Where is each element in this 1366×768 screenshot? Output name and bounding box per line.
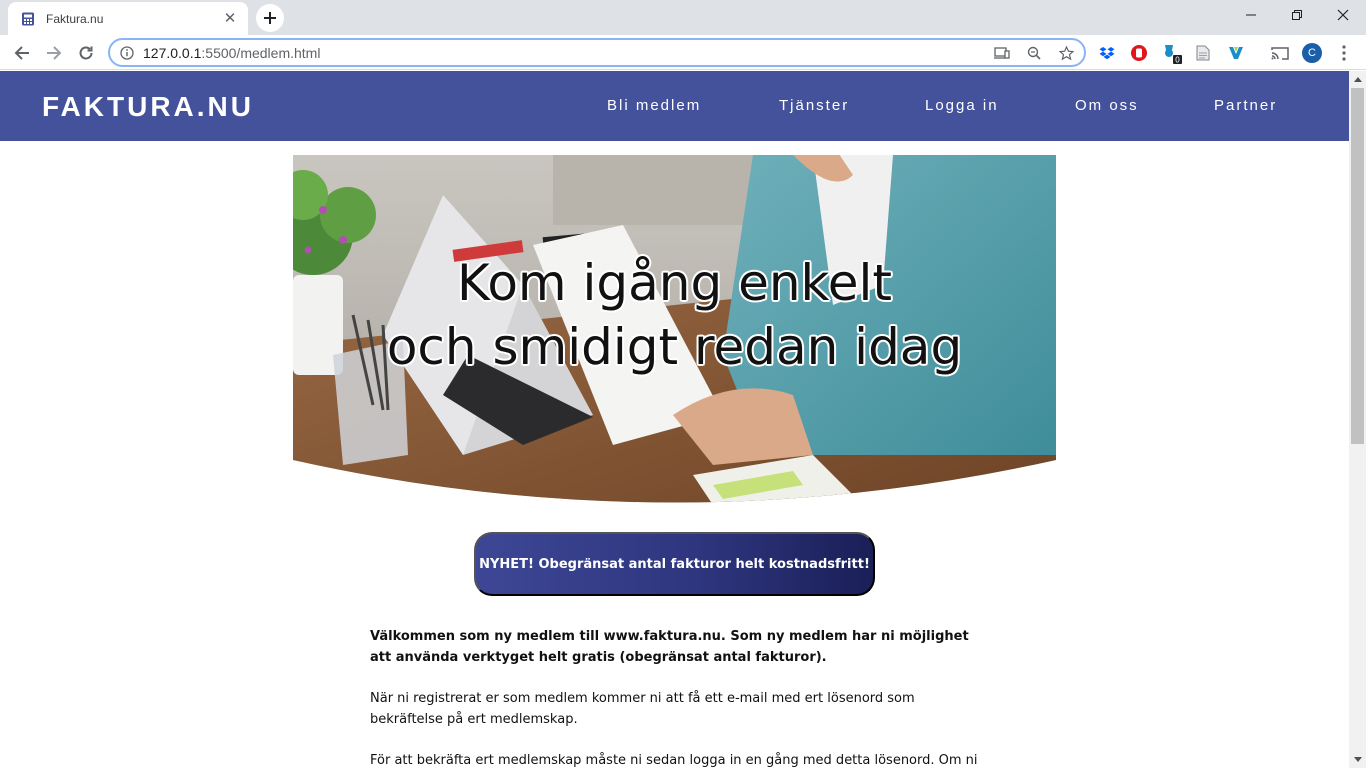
tab-title: Faktura.nu	[46, 11, 104, 26]
address-bar[interactable]: 127.0.0.1:5500/medlem.html	[108, 38, 1086, 67]
arrow-left-icon	[14, 46, 29, 60]
promo-button[interactable]: NYHET! Obegränsat antal fakturor helt ko…	[474, 532, 875, 596]
bookmark-star-icon[interactable]	[1054, 42, 1078, 64]
nav-tjanster[interactable]: Tjänster	[779, 97, 849, 114]
browser-tabstrip: Faktura.nu ✕	[0, 0, 1366, 35]
restore-icon	[1292, 10, 1302, 20]
scroll-up-arrow-icon[interactable]	[1349, 71, 1366, 88]
plus-icon	[264, 12, 276, 24]
welcome-lead: Välkommen som ny medlem till www.faktura…	[370, 629, 969, 665]
nav-partner[interactable]: Partner	[1214, 97, 1277, 114]
url-host: 127.0.0.1	[143, 44, 202, 61]
calculator-icon	[20, 11, 36, 27]
close-icon	[1337, 9, 1349, 21]
hero-banner: Kom igång enkelt och smidigt redan idag	[293, 155, 1056, 505]
adblock-icon[interactable]	[1127, 41, 1151, 65]
nav-logga-in[interactable]: Logga in	[925, 97, 999, 114]
avatar: C	[1302, 43, 1322, 63]
forward-button[interactable]	[40, 39, 68, 67]
new-tab-button[interactable]	[256, 4, 284, 32]
hero-line-1: Kom igång enkelt	[457, 254, 892, 312]
minimize-button[interactable]	[1228, 0, 1274, 30]
dropbox-icon[interactable]	[1095, 41, 1119, 65]
scrollbar-thumb[interactable]	[1351, 88, 1364, 444]
document-icon[interactable]	[1191, 41, 1215, 65]
welcome-paragraph-2: När ni registrerat er som medlem kommer …	[370, 691, 915, 727]
back-button[interactable]	[8, 39, 36, 67]
browser-tab[interactable]: Faktura.nu ✕	[8, 2, 248, 35]
nav-om-oss[interactable]: Om oss	[1075, 97, 1139, 114]
restore-button[interactable]	[1274, 0, 1320, 30]
url-path: :5500/medlem.html	[201, 44, 321, 61]
info-icon[interactable]	[120, 45, 134, 60]
welcome-text: Välkommen som ny medlem till www.faktura…	[370, 626, 980, 768]
close-window-button[interactable]	[1320, 0, 1366, 30]
kebab-menu-icon	[1342, 45, 1346, 61]
cast-tab-icon[interactable]	[990, 42, 1014, 64]
hero-headline: Kom igång enkelt och smidigt redan idag	[293, 251, 1056, 379]
arrow-right-icon	[47, 46, 62, 60]
nav-bli-medlem[interactable]: Bli medlem	[607, 97, 701, 114]
cast-icon[interactable]	[1268, 41, 1292, 65]
page-scrollbar[interactable]	[1349, 71, 1366, 768]
extension-badge-icon[interactable]: 0	[1160, 41, 1184, 65]
zoom-icon[interactable]	[1022, 42, 1046, 64]
profile-avatar[interactable]: C	[1300, 41, 1324, 65]
close-tab-icon[interactable]: ✕	[222, 10, 238, 27]
menu-button[interactable]	[1332, 41, 1356, 65]
site-header: FAKTURA.NU Bli medlem Tjänster Logga in …	[0, 71, 1349, 141]
minimize-icon	[1246, 14, 1256, 16]
reload-button[interactable]	[72, 39, 100, 67]
scroll-down-arrow-icon[interactable]	[1349, 751, 1366, 768]
reload-icon	[79, 46, 93, 60]
welcome-paragraph-3: För att bekräfta ert medlemskap måste ni…	[370, 753, 978, 768]
page-viewport: FAKTURA.NU Bli medlem Tjänster Logga in …	[0, 71, 1349, 768]
browser-toolbar: 127.0.0.1:5500/medlem.html 0 C	[0, 35, 1366, 70]
hero-line-2: och smidigt redan idag	[386, 318, 963, 376]
extension-badge-count: 0	[1175, 56, 1180, 65]
site-logo[interactable]: FAKTURA.NU	[42, 91, 254, 123]
vpn-icon[interactable]	[1224, 41, 1248, 65]
